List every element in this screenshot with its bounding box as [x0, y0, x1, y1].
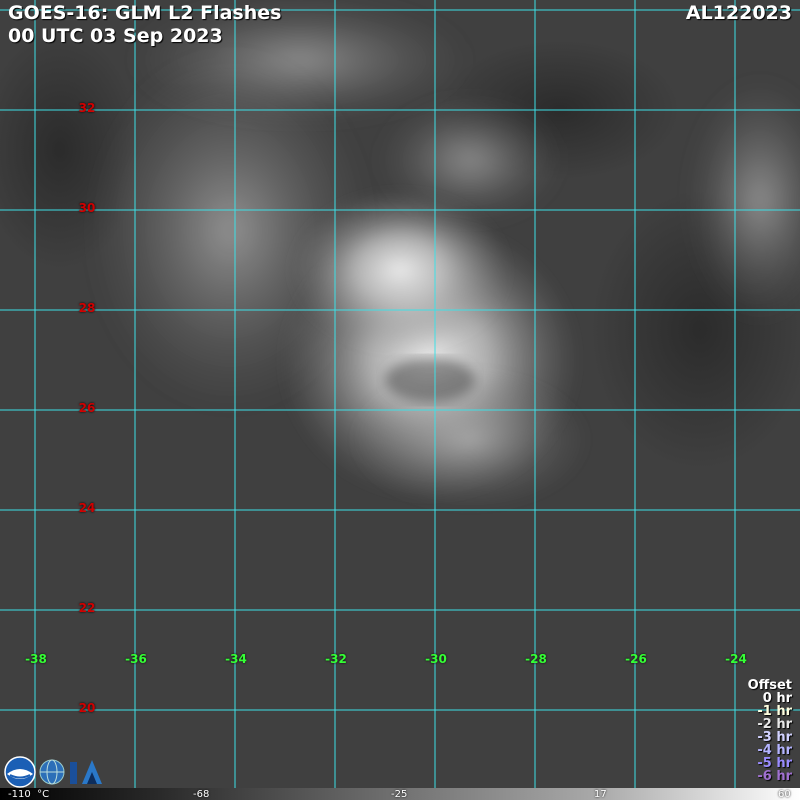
latitude-label: 26	[78, 401, 96, 415]
latitude-label: 20	[78, 701, 96, 715]
longitude-label: -24	[725, 652, 747, 666]
longitude-label: -36	[125, 652, 147, 666]
longitude-label: -34	[225, 652, 247, 666]
title: GOES-16: GLM L2 Flashes	[8, 2, 282, 24]
offset-legend: Offset 0 hr -1 hr -2 hr -3 hr -4 hr -5 h…	[748, 679, 792, 783]
colorbar-tick: 60	[778, 789, 791, 800]
globe-logo	[39, 759, 65, 785]
satellite-map: GOES-16: GLM L2 Flashes 00 UTC 03 Sep 20…	[0, 0, 800, 800]
longitude-label: -26	[625, 652, 647, 666]
latitude-label: 24	[78, 501, 96, 515]
latitude-label: 32	[78, 101, 96, 115]
longitude-label: -32	[325, 652, 347, 666]
colorbar-tick: 17	[594, 789, 607, 800]
longitude-label: -28	[525, 652, 547, 666]
colorbar-unit: °C	[37, 789, 50, 800]
legend-entry: -6 hr	[757, 769, 792, 784]
latitude-label: 30	[78, 201, 96, 215]
timestamp: 00 UTC 03 Sep 2023	[8, 25, 223, 47]
cira-logo	[70, 760, 102, 784]
agency-logos	[4, 756, 102, 788]
colorbar-tick: -68	[193, 789, 210, 800]
storm-id: AL122023	[685, 2, 792, 24]
satellite-imagery	[0, 0, 800, 800]
longitude-label: -38	[25, 652, 47, 666]
longitude-label: -30	[425, 652, 447, 666]
latitude-label: 22	[78, 601, 96, 615]
colorbar-tick: -25	[391, 789, 408, 800]
colorbar-tick: -110 °C	[8, 789, 50, 800]
noaa-logo	[4, 756, 36, 788]
latitude-label: 28	[78, 301, 96, 315]
